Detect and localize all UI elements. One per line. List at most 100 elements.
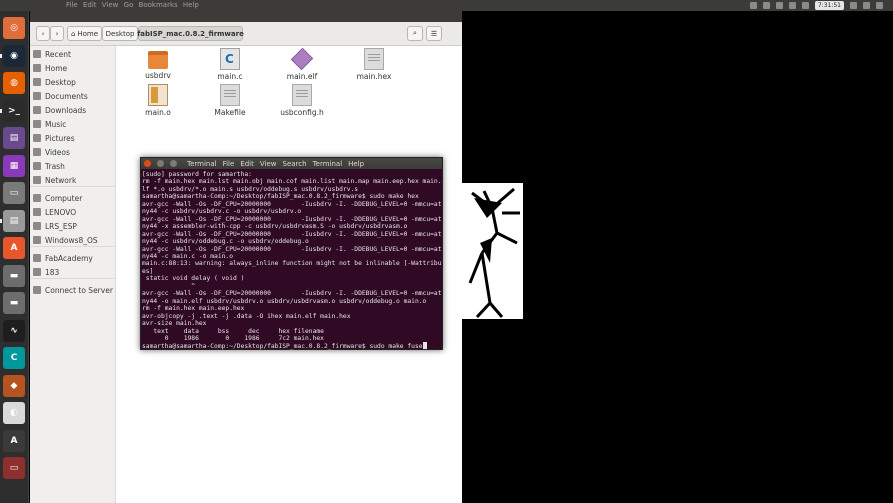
app-icon[interactable]: ▤ <box>3 127 25 149</box>
sidebar-item-lenovo[interactable]: LENOVO <box>33 206 76 218</box>
drive-2-icon[interactable]: ▬ <box>3 264 25 287</box>
terminal-menu-search[interactable]: Search <box>283 160 307 168</box>
terminal-line: ny44 -c main.c -o main.o <box>142 252 233 260</box>
terminal-line: [sudo] password for samartha: <box>142 171 252 178</box>
terminal-line: ny44 -c usbdrv/oddebug.c -o usbdrv/oddeb… <box>142 238 309 246</box>
system-tray: 7:31:51 <box>749 0 883 11</box>
system-monitor-icon[interactable]: ∿ <box>3 319 25 342</box>
sidebar-item-lrs-esp[interactable]: LRS_ESP <box>33 220 77 232</box>
ubuntu-dash-icon[interactable]: ◎ <box>3 17 25 39</box>
file-item-usbconfig-h[interactable]: usbconfig.h <box>274 84 330 117</box>
terminal-menu-terminal[interactable]: Terminal <box>187 160 217 168</box>
file-item-makefile[interactable]: Makefile <box>202 84 258 117</box>
terminal-menu-file[interactable]: File <box>223 160 235 168</box>
breadcrumb-home[interactable]: ⌂ Home <box>67 26 102 41</box>
game-icon[interactable]: ◆ <box>3 374 25 397</box>
sidebar-item-music[interactable]: Music <box>33 118 66 130</box>
minimize-icon[interactable] <box>157 160 164 167</box>
file-item-main-hex[interactable]: main.hex <box>346 48 402 81</box>
user-icon[interactable] <box>863 2 870 9</box>
menu-bookmarks[interactable]: Bookmarks <box>139 1 178 9</box>
menu-go[interactable]: Go <box>124 1 134 9</box>
file-icon <box>220 48 240 70</box>
files-icon[interactable]: ▤ <box>3 209 25 232</box>
menu-help[interactable]: Help <box>183 1 199 9</box>
breadcrumb-current-folder[interactable]: fabISP_mac.0.8.2_firmware <box>137 26 244 41</box>
network-icon[interactable] <box>749 2 757 9</box>
inkscape-icon[interactable]: A <box>3 429 25 452</box>
close-icon[interactable] <box>144 160 151 167</box>
terminal-line: ny44 -c usbdrv/usbdrv.c -o usbdrv/usbdrv… <box>142 208 302 216</box>
arduino-icon[interactable]: C <box>3 347 25 369</box>
sidebar-divider <box>30 186 116 187</box>
mail-icon[interactable] <box>850 2 857 9</box>
drive-3-icon[interactable]: ▬ <box>3 292 25 314</box>
folder-icon <box>33 268 41 276</box>
drive-icon[interactable]: ▭ <box>3 182 25 204</box>
sidebar-item-videos[interactable]: Videos <box>33 146 70 158</box>
file-item-main-c[interactable]: main.c <box>202 48 258 81</box>
sidebar-item-183[interactable]: 183 <box>33 266 59 278</box>
sidebar-item-trash[interactable]: Trash <box>33 160 65 172</box>
power-icon[interactable] <box>876 2 883 9</box>
volume-icon[interactable] <box>801 2 809 9</box>
sidebar-item-connect-to-server[interactable]: Connect to Server <box>33 284 113 296</box>
sidebar-item-label: Desktop <box>45 77 76 87</box>
terminal-menu-view[interactable]: View <box>260 160 277 168</box>
clock-indicator[interactable]: 7:31:51 <box>814 1 844 10</box>
sidebar-item-fabacademy[interactable]: FabAcademy <box>33 252 93 264</box>
file-item-main-o[interactable]: main.o <box>130 84 186 117</box>
keyboard-icon[interactable] <box>762 2 770 9</box>
back-button[interactable]: ‹ <box>36 26 50 41</box>
sidebar-item-documents[interactable]: Documents <box>33 90 88 102</box>
terminal-titlebar: Terminal File Edit View Search Terminal … <box>141 158 442 169</box>
file-item-main-elf[interactable]: main.elf <box>274 47 330 81</box>
app-light-icon[interactable]: ◐ <box>3 402 25 424</box>
software-center-icon[interactable]: A <box>3 237 25 259</box>
terminal-menu-help[interactable]: Help <box>348 160 364 168</box>
sidebar-item-label: LENOVO <box>45 207 77 217</box>
sidebar-item-home[interactable]: Home <box>33 62 67 74</box>
search-button[interactable]: ⌕ <box>407 26 423 41</box>
chevron-right-icon: › <box>55 29 59 38</box>
terminal-line: 0 1986 0 1986 7c2 main.hex <box>142 334 324 342</box>
sidebar-item-pictures[interactable]: Pictures <box>33 132 75 144</box>
sidebar-item-windows8-os[interactable]: Windows8_OS <box>33 234 98 246</box>
menu-file[interactable]: File <box>66 1 78 9</box>
sidebar-item-label: Home <box>45 63 68 73</box>
breadcrumb-desktop[interactable]: Desktop <box>102 26 138 41</box>
forward-button[interactable]: › <box>50 26 64 41</box>
file-item-usbdrv[interactable]: usbdrv <box>130 48 186 80</box>
sidebar-item-label: Network <box>45 175 77 185</box>
drive-icon <box>33 222 41 230</box>
file-icon <box>292 84 312 106</box>
battery-icon[interactable] <box>788 2 796 9</box>
tree-drawing <box>468 187 520 319</box>
terminal-line: lf *.o usbdrv/*.o main.s usbdrv/oddebug.… <box>142 185 359 193</box>
computer-icon <box>33 194 41 202</box>
menu-view[interactable]: View <box>102 1 119 9</box>
downloads-icon <box>33 106 41 114</box>
sidebar-item-label: 183 <box>45 267 60 277</box>
sidebar-item-recent[interactable]: Recent <box>33 48 71 60</box>
sidebar-item-downloads[interactable]: Downloads <box>33 104 86 116</box>
sidebar-item-label: FabAcademy <box>45 253 93 263</box>
sidebar-item-network[interactable]: Network <box>33 174 76 186</box>
terminal-line: avr-objcopy -j .text -j .data -O ihex ma… <box>142 312 351 320</box>
terminal-menu-terminal-2[interactable]: Terminal <box>313 160 343 168</box>
sidebar-item-desktop[interactable]: Desktop <box>33 76 76 88</box>
terminal-output[interactable]: [sudo] password for samartha: rm -f main… <box>141 169 442 351</box>
terminal-window[interactable]: Terminal File Edit View Search Terminal … <box>140 157 443 350</box>
bluetooth-icon[interactable] <box>775 2 783 9</box>
maximize-icon[interactable] <box>170 160 177 167</box>
terminal-icon[interactable]: >_ <box>3 99 25 122</box>
sidebar-item-computer[interactable]: Computer <box>33 192 82 204</box>
steam-icon[interactable]: ◉ <box>3 44 25 67</box>
trash-launcher-icon[interactable]: ▭ <box>3 457 25 479</box>
menu-edit[interactable]: Edit <box>83 1 97 9</box>
terminal-menu-edit[interactable]: Edit <box>240 160 254 168</box>
places-sidebar: Recent Home Desktop Documents Downloads Music… <box>30 46 116 503</box>
firefox-icon[interactable]: ◍ <box>3 72 25 94</box>
app-purple-icon[interactable]: ▦ <box>3 154 25 177</box>
menu-button[interactable]: ☰ <box>426 26 442 41</box>
